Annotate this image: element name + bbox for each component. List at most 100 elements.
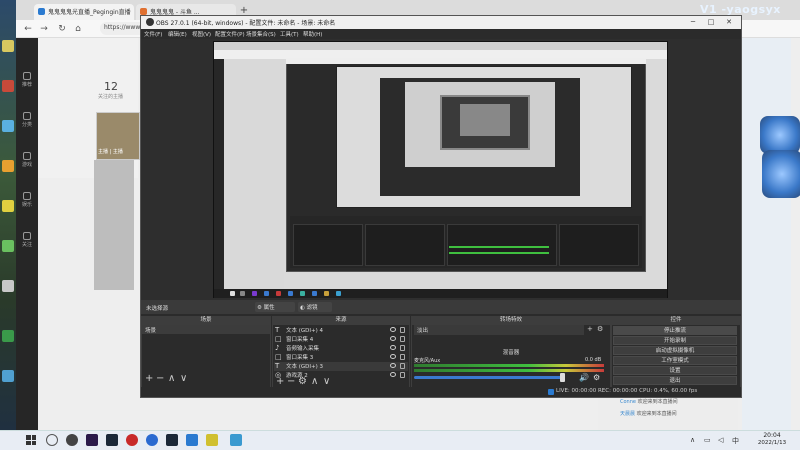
close-icon[interactable]: ✕: [720, 16, 738, 28]
virtual-camera-button[interactable]: 启动虚拟摄像机: [613, 346, 737, 355]
source-item[interactable]: □ 窗口采集 4: [274, 335, 408, 344]
obs-taskbar-icon[interactable]: [66, 434, 78, 446]
premiere-icon[interactable]: [86, 434, 98, 446]
menu-file[interactable]: 文件(F): [144, 30, 162, 38]
volume-fader-handle[interactable]: [560, 373, 565, 382]
desktop-shortcut-icon[interactable]: [2, 280, 14, 292]
visibility-icon[interactable]: [390, 327, 396, 332]
home-icon[interactable]: ⌂: [72, 23, 84, 35]
lock-icon[interactable]: [400, 345, 405, 351]
menu-profile[interactable]: 配置文件(P): [215, 30, 245, 38]
move-up-icon[interactable]: ∧: [311, 377, 318, 387]
steam-icon[interactable]: [106, 434, 118, 446]
steam-icon[interactable]: [166, 434, 178, 446]
transition-settings-icon[interactable]: ⚙: [597, 325, 603, 333]
preview-site-left: [214, 59, 284, 289]
remove-source-button[interactable]: −: [287, 377, 295, 387]
filters-button[interactable]: ◐ 滤镜: [298, 302, 332, 312]
rank-badge-icon[interactable]: [762, 150, 800, 198]
mixer-settings-icon[interactable]: ⚙: [593, 373, 600, 382]
text-source-icon: T: [275, 362, 280, 370]
forward-icon[interactable]: →: [38, 23, 50, 35]
volume-icon[interactable]: ◁: [718, 436, 723, 444]
lock-icon[interactable]: [400, 363, 405, 369]
sidebar-item-games[interactable]: 游戏: [18, 150, 36, 172]
lock-icon[interactable]: [400, 327, 405, 333]
preview-taskbar-icon: [264, 291, 269, 296]
menu-edit[interactable]: 编辑(E): [168, 30, 187, 38]
menu-help[interactable]: 帮助(H): [303, 30, 322, 38]
properties-button[interactable]: ⚙ 属性: [255, 302, 295, 312]
visibility-icon[interactable]: [390, 345, 396, 350]
menu-view[interactable]: 视图(V): [192, 30, 211, 38]
move-up-icon[interactable]: ∧: [168, 374, 175, 384]
lock-icon[interactable]: [400, 354, 405, 360]
rank-badge-icon[interactable]: [760, 116, 800, 154]
sidebar-item-follow[interactable]: 关注: [18, 230, 36, 252]
desktop-shortcut-icon[interactable]: [2, 370, 14, 382]
desktop-shortcut-icon[interactable]: [2, 240, 14, 252]
desktop-shortcut-icon[interactable]: [2, 200, 14, 212]
visibility-icon[interactable]: [390, 372, 396, 377]
browser-icon[interactable]: [146, 434, 158, 446]
obs-window-title: OBS 27.0.1 (64-bit, windows) - 配置文件: 未命名…: [156, 20, 336, 27]
add-scene-button[interactable]: +: [145, 374, 153, 384]
source-item[interactable]: □ 窗口采集 3: [274, 353, 408, 362]
preview-mixer-panel: [447, 224, 557, 266]
tray-chevron-icon[interactable]: ∧: [690, 436, 695, 444]
stop-streaming-button[interactable]: 停止推流: [613, 326, 737, 335]
app-icon[interactable]: [230, 434, 242, 446]
start-recording-button[interactable]: 开始录制: [613, 336, 737, 345]
preview-taskbar-icon: [336, 291, 341, 296]
desktop-shortcut-icon[interactable]: [2, 80, 14, 92]
move-down-icon[interactable]: ∨: [180, 374, 187, 384]
scene-list-item[interactable]: 场景: [142, 325, 270, 334]
minimize-icon[interactable]: ─: [684, 16, 702, 28]
visibility-icon[interactable]: [390, 363, 396, 368]
recommend-icon: [23, 72, 31, 80]
sidebar-item-entertainment[interactable]: 娱乐: [18, 190, 36, 212]
transition-select[interactable]: 淡出: [414, 325, 584, 335]
source-item[interactable]: ♪ 音频输入采集: [274, 344, 408, 353]
taskbar-clock-date[interactable]: 2022/1/13: [752, 440, 792, 446]
volume-fader[interactable]: [414, 376, 564, 379]
studio-mode-button[interactable]: 工作室模式: [613, 356, 737, 365]
back-icon[interactable]: ←: [22, 23, 34, 35]
preview-scenes-panel: [293, 224, 363, 266]
visibility-icon[interactable]: [390, 336, 396, 341]
remove-scene-button[interactable]: −: [156, 374, 164, 384]
app-icon[interactable]: [126, 434, 138, 446]
refresh-icon[interactable]: ↻: [56, 23, 68, 35]
start-menu-icon[interactable]: [26, 435, 36, 445]
browser-tab[interactable]: 鬼鬼鬼鬼光直播_Pegingin直播: [34, 4, 134, 20]
text-source-icon: T: [275, 326, 280, 334]
speaker-icon[interactable]: 🔊: [579, 373, 589, 382]
exit-button[interactable]: 退出: [613, 376, 737, 385]
edge-icon[interactable]: [186, 434, 198, 446]
lock-icon[interactable]: [400, 372, 405, 378]
taskbar-clock-time[interactable]: 20:04: [752, 432, 792, 439]
desktop-shortcut-icon[interactable]: [2, 120, 14, 132]
menu-tools[interactable]: 工具(T): [280, 30, 299, 38]
maximize-icon[interactable]: □: [702, 16, 720, 28]
source-settings-icon[interactable]: ⚙: [298, 377, 307, 387]
search-icon[interactable]: [46, 434, 58, 446]
ime-icon[interactable]: 中: [732, 436, 739, 446]
settings-button[interactable]: 设置: [613, 366, 737, 375]
visibility-icon[interactable]: [390, 354, 396, 359]
source-item[interactable]: T 文本 (GDI+) 3: [274, 362, 408, 371]
sidebar-item-recommend[interactable]: 推荐: [18, 70, 36, 92]
lock-icon[interactable]: [400, 336, 405, 342]
desktop-shortcut-icon[interactable]: [2, 160, 14, 172]
menu-scene-collection[interactable]: 场景集合(S): [246, 30, 276, 38]
add-transition-icon[interactable]: +: [587, 325, 593, 333]
source-item[interactable]: T 文本 (GDI+) 4: [274, 326, 408, 335]
network-icon[interactable]: ▭: [704, 436, 711, 444]
preview-site-sidebar: [214, 59, 224, 289]
move-down-icon[interactable]: ∨: [323, 377, 330, 387]
app-icon[interactable]: [206, 434, 218, 446]
desktop-shortcut-icon[interactable]: [2, 40, 14, 52]
sidebar-item-category[interactable]: 分类: [18, 110, 36, 132]
add-source-button[interactable]: +: [276, 377, 284, 387]
desktop-shortcut-icon[interactable]: [2, 330, 14, 342]
